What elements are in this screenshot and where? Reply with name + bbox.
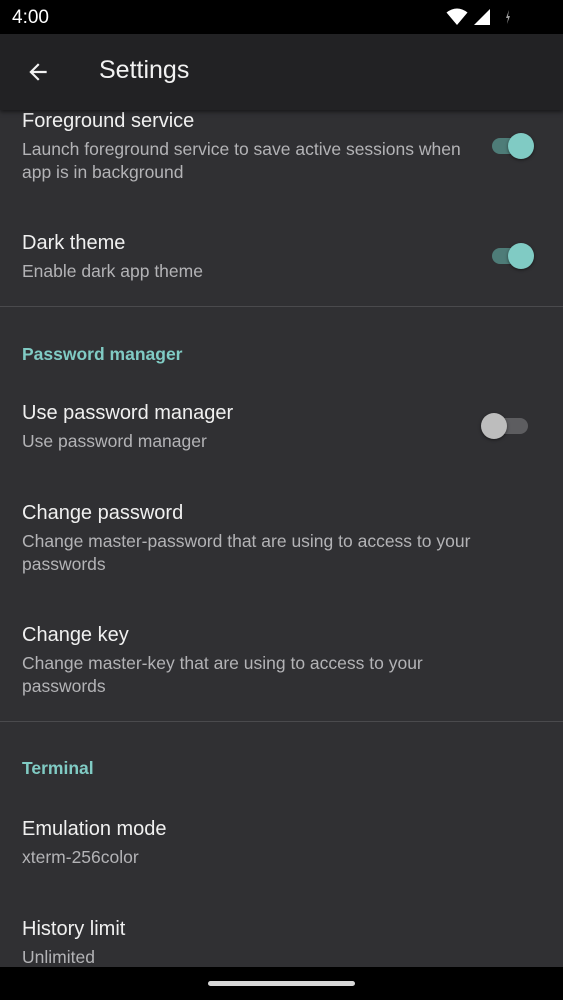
pref-summary: Unlimited: [22, 947, 95, 967]
back-button[interactable]: [14, 48, 62, 96]
switch-thumb: [481, 413, 507, 439]
pref-summary: xterm-256color: [22, 847, 139, 867]
pref-foreground-service[interactable]: Foreground service Launch foreground ser…: [0, 110, 563, 194]
cell-signal-icon: [474, 9, 490, 25]
category-password-manager: Password manager: [22, 344, 183, 364]
settings-list[interactable]: Foreground service Launch foreground ser…: [0, 110, 563, 967]
pref-summary: Change master-password that are using to…: [22, 531, 471, 574]
pref-summary: Use password manager: [22, 431, 207, 451]
status-bar: 4:00: [0, 0, 563, 34]
pref-title: History limit: [22, 918, 126, 940]
pref-summary: Launch foreground service to save active…: [22, 139, 461, 182]
pref-change-password[interactable]: Change password Change master-password t…: [0, 482, 563, 594]
pref-summary: Change master-key that are using to acce…: [22, 653, 423, 696]
home-gesture-handle[interactable]: [208, 981, 355, 986]
arrow-left-icon: [29, 63, 47, 81]
divider: [0, 306, 563, 307]
pref-title: Use password manager: [22, 402, 234, 424]
use-password-manager-switch[interactable]: [481, 411, 538, 439]
pref-history-limit[interactable]: History limit Unlimited: [0, 896, 563, 967]
pref-title: Change key: [22, 624, 129, 646]
divider: [0, 721, 563, 722]
pref-title: Dark theme: [22, 232, 126, 254]
pref-emulation-mode[interactable]: Emulation mode xterm-256color: [0, 796, 563, 892]
pref-change-key[interactable]: Change key Change master-key that are us…: [0, 604, 563, 716]
settings-screen: 4:00 Settings Foreground service Launch …: [0, 0, 563, 1000]
dark-theme-switch[interactable]: [490, 241, 538, 269]
switch-thumb: [508, 243, 534, 269]
pref-dark-theme[interactable]: Dark theme Enable dark app theme: [0, 206, 563, 302]
pref-use-password-manager[interactable]: Use password manager Use password manage…: [0, 380, 563, 472]
status-time: 4:00: [12, 7, 49, 28]
pref-summary: Enable dark app theme: [22, 261, 203, 281]
foreground-service-switch[interactable]: [490, 131, 538, 159]
navigation-bar: [0, 967, 563, 1000]
category-terminal: Terminal: [22, 758, 94, 778]
pref-title: Emulation mode: [22, 818, 167, 840]
pref-title: Foreground service: [22, 110, 195, 132]
battery-charging-icon: [506, 10, 510, 24]
pref-title: Change password: [22, 502, 184, 524]
wifi-icon: [446, 8, 468, 25]
switch-thumb: [508, 133, 534, 159]
page-title: Settings: [99, 56, 190, 84]
app-bar: Settings: [0, 34, 563, 110]
